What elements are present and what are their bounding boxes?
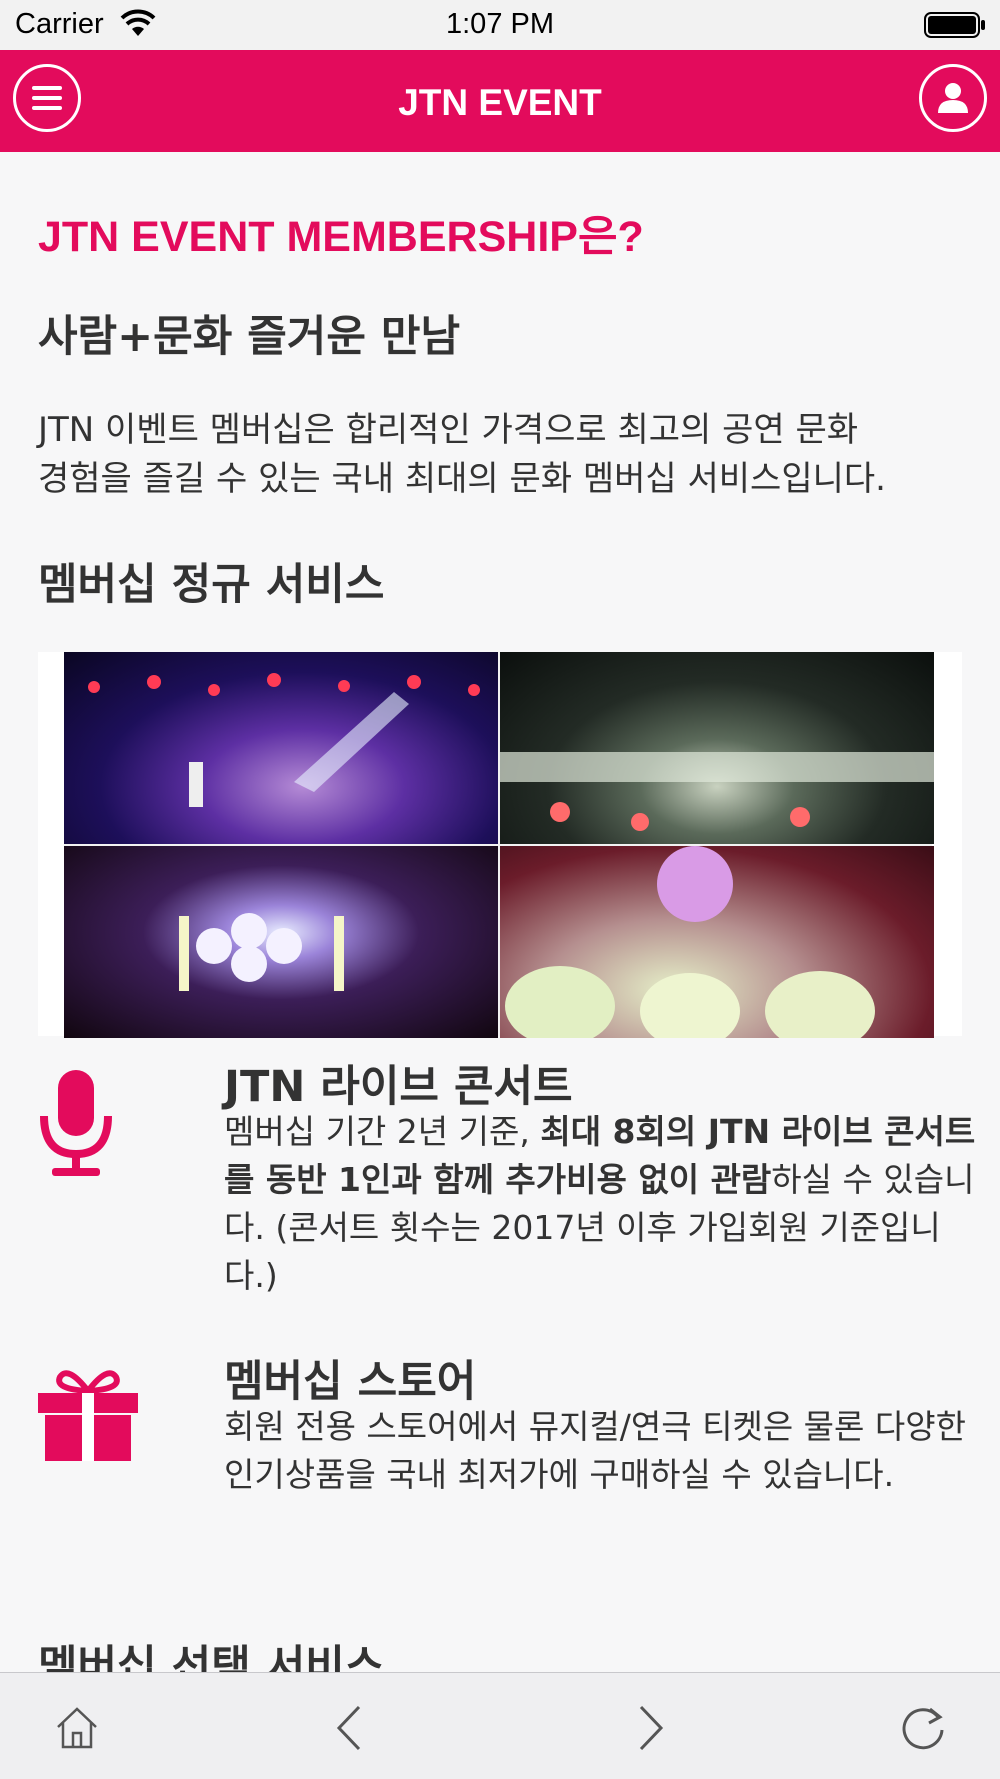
feature-description: 멤버십 기간 2년 기준, 최대 8회의 JTN 라이브 콘서트를 동반 1인과… <box>224 1108 994 1300</box>
home-icon <box>57 1707 97 1749</box>
forward-button[interactable] <box>625 1703 675 1753</box>
profile-button[interactable] <box>919 64 987 132</box>
gift-icon <box>38 1347 138 1465</box>
home-button[interactable] <box>52 1703 102 1753</box>
battery-icon <box>924 12 986 38</box>
browser-toolbar <box>0 1672 1000 1779</box>
membership-subheading: 사람+문화 즐거운 만남 <box>38 312 461 362</box>
forward-icon <box>639 1705 664 1751</box>
main-content: JTN EVENT MEMBERSHIP은? 사람+문화 즐거운 만남 JTN … <box>0 152 1000 1672</box>
refresh-icon <box>902 1707 944 1750</box>
status-bar: Carrier 1:07 PM <box>0 0 1000 50</box>
app-title: JTN EVENT <box>398 82 602 123</box>
back-icon <box>336 1705 361 1751</box>
intro-line: 경험을 즐길 수 있는 국내 최대의 문화 멤버십 서비스입니다. <box>38 459 886 499</box>
refresh-button[interactable] <box>898 1703 948 1753</box>
membership-heading: JTN EVENT MEMBERSHIP은? <box>38 213 644 261</box>
status-time: 1:07 PM <box>446 8 554 40</box>
feature-live-concert: JTN 라이브 콘서트 멤버십 기간 2년 기준, 최대 8회의 JTN 라이브… <box>38 1052 978 1295</box>
profile-icon <box>938 83 968 113</box>
desc-prefix: 멤버십 기간 2년 기준, <box>224 1112 541 1151</box>
concert-photo <box>64 846 498 1038</box>
concert-photo <box>64 652 498 844</box>
microphone-icon <box>38 1052 114 1184</box>
regular-service-title: 멤버십 정규 서비스 <box>38 560 385 610</box>
intro-line: JTN 이벤트 멤버십은 합리적인 가격으로 최고의 공연 문화 <box>38 410 859 450</box>
app-header: JTN EVENT <box>0 50 1000 152</box>
optional-service-title: 멤버십 선택 서비스 <box>38 1642 385 1672</box>
feature-membership-store: 멤버십 스토어 회원 전용 스토어에서 뮤지컬/연극 티켓은 물론 다양한 인기… <box>38 1347 978 1547</box>
feature-title: 멤버십 스토어 <box>224 1357 477 1407</box>
concert-photo <box>500 846 934 1038</box>
feature-title: JTN 라이브 콘서트 <box>224 1062 573 1112</box>
back-button[interactable] <box>325 1703 375 1753</box>
intro-text: JTN 이벤트 멤버십은 합리적인 가격으로 최고의 공연 문화 경험을 즐길 … <box>38 406 978 504</box>
concert-photo <box>500 652 934 844</box>
concert-photo-collage <box>38 652 962 1038</box>
feature-description: 회원 전용 스토어에서 뮤지컬/연극 티켓은 물론 다양한 인기상품을 국내 최… <box>224 1407 966 1494</box>
